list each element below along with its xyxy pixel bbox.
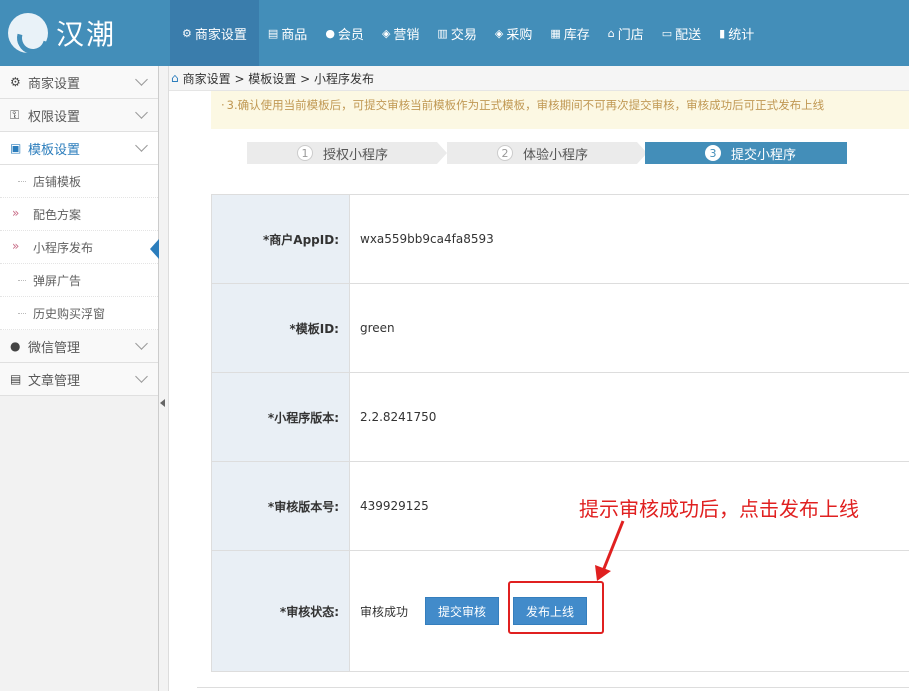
annotation-arrow-icon <box>595 520 625 581</box>
logo[interactable]: 汉潮 <box>8 12 158 54</box>
breadcrumb-text: 商家设置 > 模板设置 > 小程序发布 <box>182 71 374 86</box>
step-number: 2 <box>497 145 513 161</box>
step-label: 提交小程序 <box>731 147 797 163</box>
notice-banner: · 3.确认使用当前模板后，可提交审核当前模板作为正式模板，审核期间不可再次提交审… <box>211 91 909 129</box>
sidebar-subitem-color-scheme[interactable]: » 配色方案 <box>0 198 158 231</box>
annotation-text: 提示审核成功后，点击发布上线 <box>579 497 859 521</box>
form-row-template-id: *模板ID: green <box>211 284 909 373</box>
breadcrumb: ⌂ 商家设置 > 模板设置 > 小程序发布 <box>169 66 909 91</box>
home-icon[interactable]: ⌂ <box>171 71 179 85</box>
publish-highlight-box <box>508 581 604 634</box>
step-number: 1 <box>297 145 313 161</box>
sidebar-item-merchant-settings[interactable]: ⚙ 商家设置 <box>0 66 158 99</box>
double-chevron-icon: » <box>12 206 20 220</box>
nav-item-statistics[interactable]: ▮ 统计 <box>710 0 763 66</box>
template-id-label: *模板ID: <box>211 284 350 372</box>
gear-icon: ⚙ <box>182 26 192 40</box>
sidebar-subitem-store-template[interactable]: 店铺模板 <box>0 165 158 198</box>
step-experience: 2 体验小程序 <box>447 142 637 164</box>
version-value: 2.2.8241750 <box>360 410 437 424</box>
audit-version-label: *审核版本号: <box>211 462 350 550</box>
appid-label: *商户AppID: <box>211 195 350 283</box>
nav-item-delivery[interactable]: ▭ 配送 <box>653 0 710 66</box>
storage-icon: ▦ <box>550 26 561 40</box>
sidebar-item-permissions[interactable]: ⚿ 权限设置 <box>0 99 158 132</box>
chevron-down-icon <box>135 370 148 383</box>
home-icon: ⌂ <box>607 26 615 40</box>
form-row-appid: *商户AppID: wxa559bb9ca4fa8593 <box>211 195 909 284</box>
sidebar-item-wechat[interactable]: ● 微信管理 <box>0 330 158 363</box>
goods-icon: ▤ <box>267 26 279 40</box>
step-submit: 3 提交小程序 <box>645 142 847 164</box>
step-number: 3 <box>705 145 721 161</box>
sidebar-item-articles[interactable]: ▤ 文章管理 <box>0 363 158 396</box>
nav-item-purchase[interactable]: ◈ 采购 <box>486 0 541 66</box>
logo-icon <box>8 13 48 53</box>
wechat-icon: ● <box>10 339 21 353</box>
chevron-up-icon <box>135 139 148 152</box>
gear-icon: ⚙ <box>10 75 21 89</box>
version-label: *小程序版本: <box>211 373 350 461</box>
step-progress: 1 授权小程序 2 体验小程序 3 提交小程序 <box>247 142 847 164</box>
form-row-version: *小程序版本: 2.2.8241750 <box>211 373 909 462</box>
sidebar-collapse-bar[interactable] <box>159 66 169 691</box>
nav-item-trade[interactable]: ▥ 交易 <box>428 0 485 66</box>
nav-item-members[interactable]: ● 会员 <box>316 0 373 66</box>
audit-status-value: 审核成功 <box>360 604 409 619</box>
nav-item-merchant-settings[interactable]: ⚙ 商家设置 <box>170 0 259 66</box>
nav-item-stores[interactable]: ⌂ 门店 <box>599 0 653 66</box>
bar-chart-icon: ▮ <box>719 26 726 40</box>
nav-item-inventory[interactable]: ▦ 库存 <box>541 0 598 66</box>
notice-text: 3.确认使用当前模板后，可提交审核当前模板作为正式模板，审核期间不可再次提交审核… <box>226 98 825 112</box>
key-icon: ⚿ <box>10 107 20 122</box>
top-navbar: 汉潮 ⚙ 商家设置 ▤ 商品 ● 会员 ◈ 营销 ▥ 交易 ◈ 采购 ▦ 库存 ⌂ 门店 ▭ 配送… <box>0 0 909 66</box>
sidebar-subitem-popup-ads[interactable]: 弹屏广告 <box>0 264 158 297</box>
chevron-down-icon <box>135 73 148 86</box>
step-authorize: 1 授权小程序 <box>247 142 437 164</box>
submit-audit-button[interactable]: 提交审核 <box>425 597 500 625</box>
chevron-down-icon <box>135 106 148 119</box>
sidebar: ⚙ 商家设置 ⚿ 权限设置 ▣ 模板设置 店铺模板 » 配色方案 » 小程序发布… <box>0 66 159 691</box>
nav-item-marketing[interactable]: ◈ 营销 <box>373 0 428 66</box>
nav-item-goods[interactable]: ▤ 商品 <box>259 0 316 66</box>
template-icon: ▣ <box>10 141 22 155</box>
sidebar-item-template-settings[interactable]: ▣ 模板设置 <box>0 132 158 165</box>
appid-value: wxa559bb9ca4fa8593 <box>360 232 494 246</box>
template-id-value: green <box>360 321 395 335</box>
user-icon: ● <box>325 26 335 40</box>
document-icon: ▥ <box>437 26 448 40</box>
logo-text: 汉潮 <box>56 18 117 51</box>
sidebar-subitem-purchase-history-float[interactable]: 历史购买浮窗 <box>0 297 158 330</box>
article-icon: ▤ <box>10 372 22 386</box>
collapse-arrow-icon[interactable] <box>160 399 165 407</box>
step-label: 授权小程序 <box>323 147 389 163</box>
truck-icon: ▭ <box>661 26 673 40</box>
main-nav: ⚙ 商家设置 ▤ 商品 ● 会员 ◈ 营销 ▥ 交易 ◈ 采购 ▦ 库存 ⌂ 门店 ▭ 配送 ▮ 统… <box>170 0 763 66</box>
chevron-down-icon <box>135 337 148 350</box>
cart-icon: ◈ <box>494 26 504 40</box>
step-label: 体验小程序 <box>523 147 589 163</box>
divider <box>197 687 909 688</box>
double-chevron-icon: » <box>12 239 20 253</box>
tag-icon: ◈ <box>381 26 391 40</box>
main-content: · 3.确认使用当前模板后，可提交审核当前模板作为正式模板，审核期间不可再次提交审… <box>169 91 909 691</box>
sidebar-subitem-miniprogram-publish[interactable]: » 小程序发布 <box>0 231 159 264</box>
audit-status-label: *审核状态: <box>211 551 350 671</box>
